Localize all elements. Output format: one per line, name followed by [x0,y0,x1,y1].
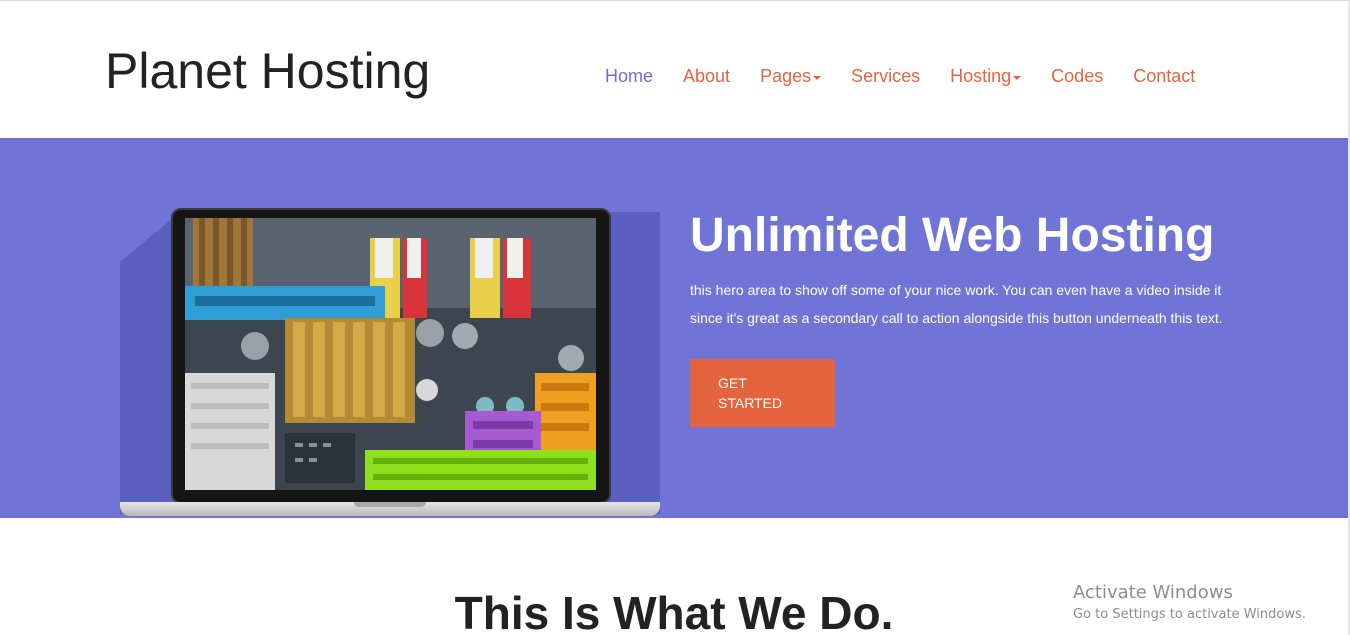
hero-description-line-2: since it's great as a secondary call to … [690,310,1223,326]
nav-services[interactable]: Services [851,65,920,87]
main-nav: Home About Pages Services Hosting Codes … [605,65,1225,87]
hero-section: Unlimited Web Hosting this hero area to … [0,138,1348,518]
hero-title: Unlimited Web Hosting [690,209,1215,262]
activate-windows-subtitle: Go to Settings to activate Windows. [1073,607,1306,622]
laptop-notch [354,502,426,507]
nav-services-label: Services [851,66,921,86]
nav-contact-label: Contact [1133,66,1196,86]
nav-hosting[interactable]: Hosting [950,65,1022,87]
activate-windows-watermark: Activate Windows Go to Settings to activ… [1073,582,1306,626]
hero-description: this hero area to show off some of your … [690,276,1250,332]
nav-hosting-label: Hosting [950,66,1012,86]
caret-down-icon [1013,75,1022,80]
nav-home[interactable]: Home [605,65,653,87]
laptop-motherboard-image [185,218,596,490]
nav-about-label: About [683,66,731,86]
nav-pages-label: Pages [760,66,812,86]
nav-codes[interactable]: Codes [1051,65,1103,87]
nav-pages[interactable]: Pages [760,65,822,87]
site-header: Planet Hosting Home About Pages Services… [0,1,1348,138]
caret-down-icon [813,75,822,80]
nav-contact[interactable]: Contact [1133,65,1195,87]
nav-home-label: Home [605,66,654,86]
get-started-label-line-1: GET [718,375,747,391]
get-started-label-line-2: STARTED [718,395,783,411]
nav-codes-label: Codes [1051,66,1104,86]
site-brand[interactable]: Planet Hosting [105,43,430,99]
activate-windows-title: Activate Windows [1073,582,1233,603]
hero-description-line-1: this hero area to show off some of your … [690,282,1222,298]
get-started-button[interactable]: GET STARTED [690,359,835,427]
nav-about[interactable]: About [683,65,730,87]
